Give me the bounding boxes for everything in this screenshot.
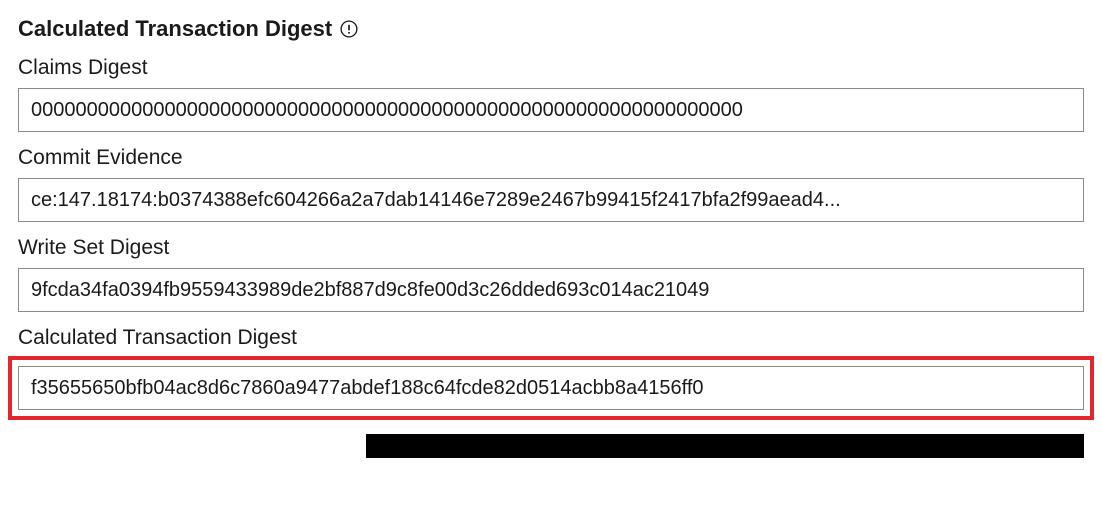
write-set-digest-field: Write Set Digest [18, 236, 1084, 312]
claims-digest-field: Claims Digest [18, 56, 1084, 132]
section-title: Calculated Transaction Digest [18, 16, 332, 42]
calculated-transaction-digest-input[interactable] [18, 366, 1084, 410]
commit-evidence-label: Commit Evidence [18, 146, 1084, 170]
bottom-bar [366, 434, 1084, 458]
claims-digest-input[interactable] [18, 88, 1084, 132]
calculated-transaction-digest-field: Calculated Transaction Digest [18, 326, 1084, 420]
commit-evidence-field: Commit Evidence [18, 146, 1084, 222]
claims-digest-label: Claims Digest [18, 56, 1084, 80]
write-set-digest-input[interactable] [18, 268, 1084, 312]
section-header: Calculated Transaction Digest [18, 16, 1084, 42]
info-icon[interactable] [340, 20, 358, 38]
calculated-transaction-digest-label: Calculated Transaction Digest [18, 326, 1084, 350]
write-set-digest-label: Write Set Digest [18, 236, 1084, 260]
highlight-annotation [8, 356, 1094, 420]
commit-evidence-input[interactable] [18, 178, 1084, 222]
